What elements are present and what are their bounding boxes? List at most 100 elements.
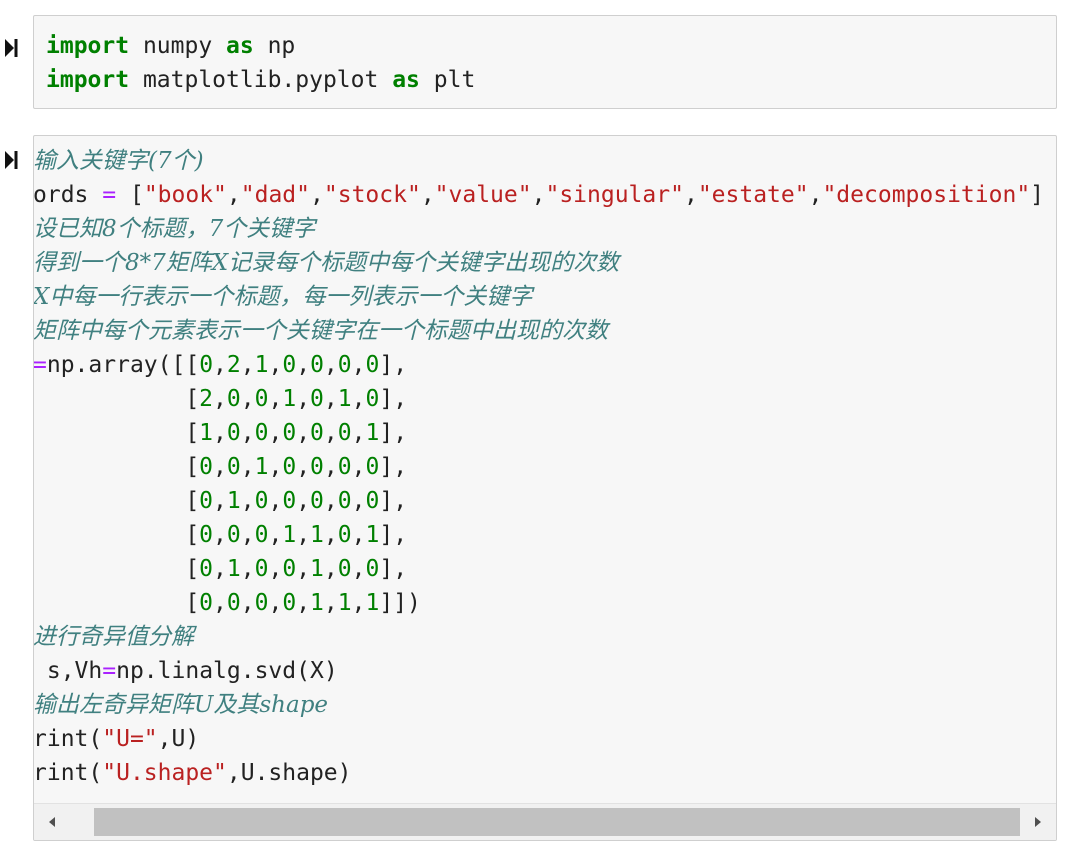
code-token: np <box>253 33 296 59</box>
code-token: , <box>296 556 311 582</box>
code-token: 2 <box>226 352 241 378</box>
code-token: 0 <box>199 454 214 480</box>
code-token: 0 <box>282 590 297 616</box>
code-token: , <box>296 386 311 412</box>
code-cell-svd[interactable]: 输入关键字(7个) ords = ["book","dad","stock","v… <box>33 135 1057 841</box>
code-token: ] <box>1030 182 1045 208</box>
code-token: 1 <box>282 386 297 412</box>
code-line: X中每一行表示一个标题，每一列表示一个关键字 <box>34 280 1044 314</box>
code-token: 0 <box>226 522 241 548</box>
code-token: 0 <box>337 522 352 548</box>
code-token: , <box>268 522 283 548</box>
code-cell-imports[interactable]: import numpy as np import matplotlib.pypl… <box>33 15 1057 109</box>
code-line: 得到一个8*7矩阵X记录每个标题中每个关键字出现的次数 <box>34 246 1044 280</box>
code-token: , <box>226 182 241 208</box>
code-token: , <box>213 420 227 446</box>
code-token: 0 <box>282 488 297 514</box>
code-editor[interactable]: import numpy as np import matplotlib.pypl… <box>46 29 475 97</box>
code-line: import matplotlib.pyplot as plt <box>46 63 475 97</box>
code-token: "singular" <box>545 182 684 208</box>
code-line: [0,1,0,0,1,0,0], <box>33 552 1044 586</box>
code-token: ], <box>379 488 408 514</box>
code-token: 2 <box>199 386 214 412</box>
code-token: 0 <box>337 488 352 514</box>
scrollbar-thumb[interactable] <box>94 808 1020 836</box>
code-token: , <box>268 556 283 582</box>
code-token: ], <box>379 420 408 446</box>
horizontal-scrollbar[interactable] <box>34 803 1056 840</box>
code-token: 0 <box>226 386 241 412</box>
code-token: [ <box>33 420 200 446</box>
run-step-icon <box>5 151 18 169</box>
code-token: 设已知8个标题，7个关键字 <box>33 216 316 242</box>
code-token: ,U) <box>157 726 200 752</box>
code-token: ]]) <box>379 590 421 616</box>
code-token: , <box>240 522 255 548</box>
code-line: rint("U.shape",U.shape) <box>33 756 1044 790</box>
code-token: = <box>33 352 47 378</box>
code-token: np.linalg.svd(X) <box>116 658 338 684</box>
code-token: 1 <box>365 420 380 446</box>
code-token: 1 <box>365 522 380 548</box>
code-token: np.array([[ <box>46 352 200 378</box>
code-token: 1 <box>199 420 214 446</box>
code-token: 0 <box>254 522 269 548</box>
code-token: rint( <box>33 760 103 786</box>
code-token: , <box>268 386 283 412</box>
code-token: ], <box>379 386 408 412</box>
code-token: 0 <box>365 352 380 378</box>
code-token: 1 <box>310 556 324 582</box>
code-token: "stock" <box>323 182 421 208</box>
code-token: ], <box>379 352 408 378</box>
code-token: , <box>296 488 311 514</box>
code-token: , <box>323 352 338 378</box>
code-token: , <box>531 182 546 208</box>
code-token: [ <box>33 590 200 616</box>
code-token: "dad" <box>240 182 311 208</box>
code-token: , <box>323 454 338 480</box>
code-token: import <box>46 33 130 59</box>
code-token: ], <box>379 556 408 582</box>
run-cell-button[interactable] <box>0 145 22 175</box>
scroll-left-button[interactable] <box>34 804 70 840</box>
code-line: 输入关键字(7个) <box>34 144 1044 178</box>
code-token: 0 <box>282 352 297 378</box>
code-line: 矩阵中每个元素表示一个关键字在一个标题中出现的次数 <box>34 314 1044 348</box>
code-token: , <box>240 488 255 514</box>
code-token: as <box>226 33 254 59</box>
code-token: , <box>351 556 366 582</box>
code-token: , <box>351 454 366 480</box>
code-token: , <box>351 420 366 446</box>
code-token: , <box>351 488 366 514</box>
code-token: 1 <box>365 590 380 616</box>
code-token: , <box>323 556 338 582</box>
code-token: [ <box>33 556 200 582</box>
code-token: , <box>310 182 324 208</box>
code-token: , <box>213 454 227 480</box>
code-token: , <box>268 488 283 514</box>
code-editor[interactable]: 输入关键字(7个) ords = ["book","dad","stock","v… <box>33 144 1045 790</box>
code-token: 1 <box>254 352 269 378</box>
code-token: , <box>240 556 255 582</box>
code-token: , <box>268 420 283 446</box>
code-token: numpy <box>129 33 227 59</box>
code-token: , <box>240 420 255 446</box>
code-token: , <box>323 488 338 514</box>
code-token: 0 <box>226 590 241 616</box>
code-token: matplotlib.pyplot <box>129 67 393 93</box>
code-token: 0 <box>310 386 324 412</box>
code-token: 0 <box>282 420 297 446</box>
code-line: [0,0,0,1,1,0,1], <box>34 518 1044 552</box>
run-cell-button[interactable] <box>0 33 22 63</box>
code-line: =np.array([[0,2,1,0,0,0,0], <box>33 348 1044 382</box>
code-token: 0 <box>226 454 241 480</box>
code-token: 0 <box>310 420 324 446</box>
code-token: , <box>213 352 227 378</box>
scroll-right-button[interactable] <box>1020 804 1056 840</box>
code-token: import <box>46 67 130 93</box>
code-token: 1 <box>226 488 241 514</box>
code-token: 0 <box>254 556 269 582</box>
code-token: 1 <box>310 590 324 616</box>
code-token: , <box>213 522 227 548</box>
code-token: rint( <box>33 726 103 752</box>
